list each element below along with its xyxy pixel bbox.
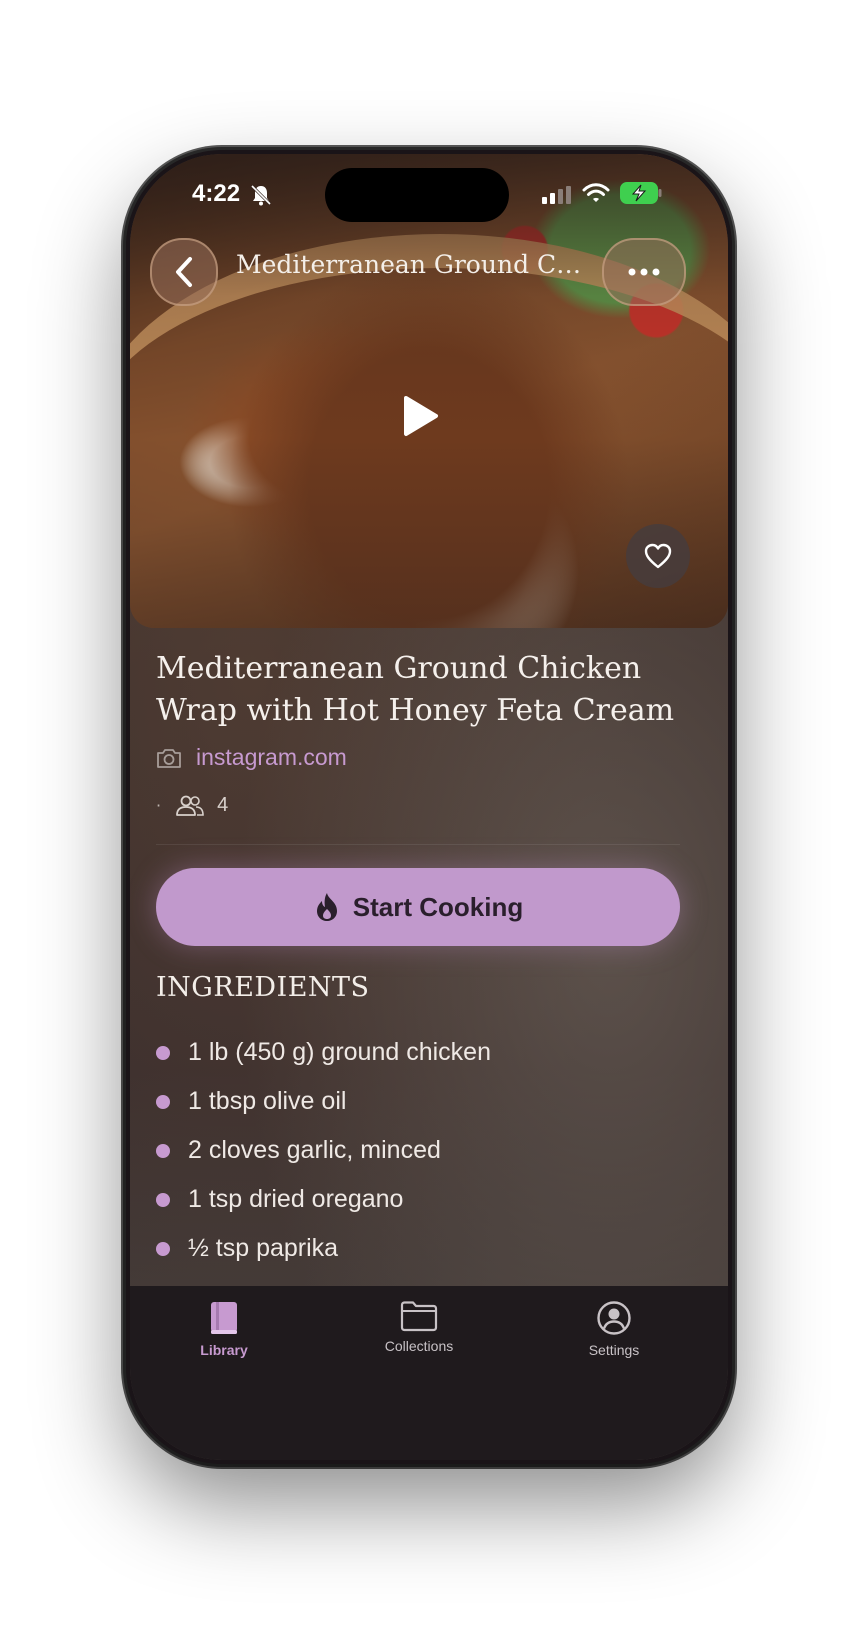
recipe-title-line-1: Mediterranean Ground Chicken [156, 651, 642, 686]
tab-bar: Library Collections Settings [130, 1286, 728, 1460]
status-bar: 4:22 [130, 154, 728, 244]
recipe-title: Mediterranean Ground Chicken Wrap with H… [156, 648, 676, 732]
favorite-button[interactable] [626, 524, 690, 588]
battery-charging-icon [620, 182, 662, 204]
ingredient-item: 1 lb (450 g) ground chicken [156, 1028, 491, 1077]
ingredient-item: 2 cloves garlic, minced [156, 1126, 491, 1175]
heart-icon [644, 543, 672, 569]
people-icon [176, 795, 204, 816]
bullet [156, 1045, 170, 1060]
ingredient-text: 2 cloves garlic, minced [188, 1136, 441, 1164]
ingredient-list: 1 lb (450 g) ground chicken 1 tbsp olive… [156, 1028, 491, 1273]
divider [156, 844, 680, 845]
more-options-button[interactable] [602, 238, 686, 306]
meta-separator: · [156, 796, 162, 815]
phone-frame: 4:22 Mediterranean Ground Ch... Mediterr… [126, 150, 732, 1464]
flame-icon [316, 893, 337, 921]
tab-library-label: Library [200, 1342, 248, 1358]
chevron-left-icon [176, 257, 192, 287]
bullet [156, 1143, 170, 1158]
bullet [156, 1094, 170, 1109]
ingredient-text: 1 tsp dried oregano [188, 1185, 404, 1213]
dynamic-island [325, 168, 509, 222]
start-cooking-label: Start Cooking [352, 891, 524, 922]
ingredient-item: 1 tbsp olive oil [156, 1077, 491, 1126]
wifi-icon [582, 183, 610, 202]
bullet [156, 1192, 170, 1207]
nav-title: Mediterranean Ground Ch... [236, 250, 590, 279]
play-icon[interactable] [400, 394, 440, 438]
book-icon [211, 1302, 237, 1334]
tab-settings-label: Settings [588, 1342, 640, 1358]
start-cooking-button[interactable]: Start Cooking [156, 868, 680, 946]
status-time: 4:22 [192, 180, 241, 207]
ellipsis-icon [628, 268, 660, 276]
cellular-signal-icon [542, 186, 571, 204]
ingredient-item: 1 tsp dried oregano [156, 1175, 491, 1224]
bullet [156, 1241, 170, 1256]
app-screen: 4:22 Mediterranean Ground Ch... Mediterr… [130, 154, 728, 1460]
tab-settings[interactable]: Settings [554, 1300, 674, 1358]
back-button[interactable] [150, 238, 218, 306]
servings-count: 4 [217, 794, 229, 816]
source-link[interactable]: instagram.com [196, 744, 347, 771]
camera-icon [157, 748, 181, 768]
ingredient-text: ½ tsp paprika [188, 1234, 339, 1262]
ingredient-text: 1 tbsp olive oil [188, 1087, 347, 1115]
tab-collections-label: Collections [384, 1338, 454, 1354]
recipe-title-line-2: Wrap with Hot Honey Feta Cream [156, 693, 675, 728]
bell-slash-icon [250, 184, 272, 206]
tab-collections[interactable]: Collections [359, 1300, 479, 1354]
folder-icon [400, 1301, 438, 1332]
ingredient-text: 1 lb (450 g) ground chicken [188, 1038, 491, 1066]
meta-row: · 4 [156, 794, 228, 817]
source-row[interactable]: instagram.com [156, 744, 347, 771]
ingredient-item: ½ tsp paprika [156, 1224, 491, 1273]
ingredients-heading: INGREDIENTS [156, 972, 370, 1003]
person-circle-icon [597, 1301, 631, 1335]
tab-library[interactable]: Library [164, 1300, 284, 1358]
